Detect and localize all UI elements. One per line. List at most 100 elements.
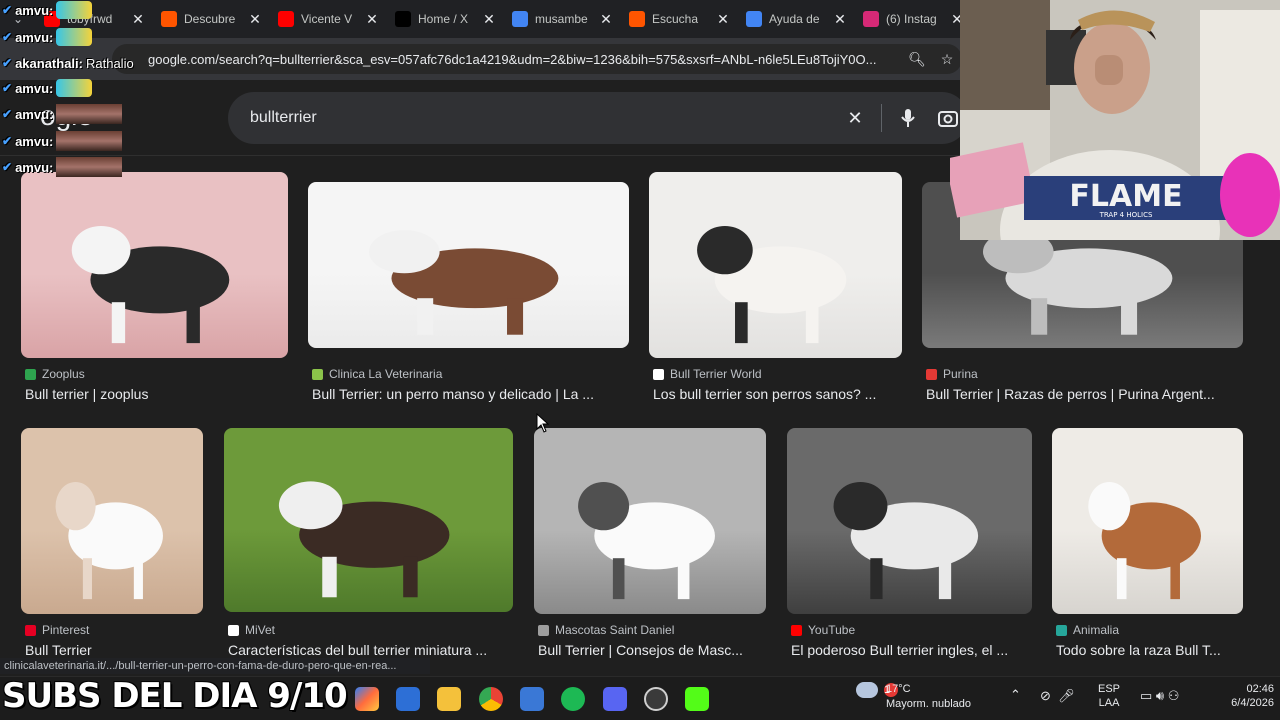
chat-emote	[56, 79, 93, 97]
result-caption[interactable]: Bull Terrier | Razas de perros | Purina …	[926, 386, 1243, 402]
store-icon[interactable]	[520, 687, 544, 711]
clear-search-icon[interactable]: ✕	[835, 98, 875, 138]
language-indicator[interactable]: ESP LAA	[1098, 682, 1120, 710]
result-source[interactable]: YouTube	[791, 623, 855, 637]
tab-close-icon[interactable]: ✕	[714, 11, 732, 28]
result-caption[interactable]: Bull Terrier	[25, 642, 203, 658]
result-image[interactable]	[649, 172, 902, 358]
badge-icon: ✔	[2, 3, 13, 17]
outlook-icon[interactable]	[396, 687, 420, 711]
tab-title: Ayuda de	[769, 12, 820, 26]
address-bar[interactable]: google.com/search?q=bullterrier&sca_esv=…	[112, 44, 962, 74]
chat-emote	[56, 1, 93, 19]
instagram-icon	[863, 11, 879, 27]
tab-close-icon[interactable]: ✕	[831, 11, 849, 28]
result-source[interactable]: Clinica La Veterinaria	[312, 367, 442, 381]
tab-close-icon[interactable]: ✕	[480, 11, 498, 28]
badge-icon: ✔	[2, 81, 13, 95]
chat-text: Rathalio	[85, 55, 134, 71]
result-caption[interactable]: Bull Terrier | Consejos de Masc...	[538, 642, 766, 658]
source-name: Bull Terrier World	[670, 367, 762, 381]
chat-username: akanathali:	[15, 55, 83, 71]
address-url[interactable]: google.com/search?q=bullterrier&sca_esv=…	[148, 52, 902, 67]
chat-message: ✔ akanathali: Rathalio	[2, 53, 134, 73]
result-caption[interactable]: El poderoso Bull terrier ingles, el ...	[791, 642, 1032, 658]
result-image[interactable]	[21, 428, 203, 614]
badge-icon: ✔	[2, 160, 13, 174]
chat-emote	[56, 104, 123, 124]
language-code: ESP	[1098, 683, 1121, 695]
weather-widget[interactable]: 1 17°C Mayorm. nublado	[856, 682, 971, 710]
youtube-icon	[278, 11, 294, 27]
file-explorer-icon[interactable]	[437, 687, 461, 711]
tab-close-icon[interactable]: ✕	[597, 11, 615, 28]
chat-username: amvu:	[15, 133, 54, 149]
result-caption[interactable]: Los bull terrier son perros sanos? ...	[653, 386, 902, 402]
source-name: Zooplus	[42, 367, 85, 381]
chat-emote	[56, 157, 123, 177]
result-caption[interactable]: Bull terrier | zooplus	[25, 386, 288, 402]
browser-tab[interactable]: Home / X ✕	[387, 0, 504, 38]
flame-logo-subtext: TRAP 4 HOLICS	[1099, 211, 1153, 219]
browser-tab[interactable]: Descubre ✕	[153, 0, 270, 38]
tab-title: Vicente V	[301, 12, 353, 26]
browser-tab[interactable]: Escucha ✕	[621, 0, 738, 38]
source-name: Purina	[943, 367, 978, 381]
result-source[interactable]: Bull Terrier World	[653, 367, 762, 381]
result-source[interactable]: Animalia	[1056, 623, 1119, 637]
tray-sysicons[interactable]: ⊘ 🎤︎	[1040, 689, 1075, 703]
zoom-icon[interactable]: 🔍︎	[902, 51, 932, 68]
browser-tab[interactable]: musambe ✕	[504, 0, 621, 38]
source-favicon-icon	[25, 368, 36, 380]
source-favicon-icon	[538, 624, 549, 636]
discord-icon[interactable]	[603, 687, 627, 711]
stream-chat-overlay: ✔ amvu: ✔ amvu: ✔ akanathali: Rathalio ✔ amvu: ✔ a…	[0, 0, 140, 180]
tray-system-icons[interactable]: ▭ 🔊︎ ⚇	[1140, 689, 1179, 703]
kick-icon[interactable]	[685, 687, 709, 711]
result-image[interactable]	[787, 428, 1032, 614]
cloud-icon	[856, 682, 878, 698]
tab-close-icon[interactable]: ✕	[246, 11, 264, 28]
clock-time: 02:46	[1246, 683, 1274, 695]
tab-close-icon[interactable]: ✕	[363, 11, 381, 28]
search-box[interactable]: bullterrier ✕	[228, 92, 968, 144]
result-caption[interactable]: Bull Terrier: un perro manso y delicado …	[312, 386, 629, 402]
chat-message: ✔ amvu:	[2, 0, 93, 20]
chat-username: amvu:	[15, 159, 54, 175]
subs-counter-overlay: SUBS DEL DIA 9/10	[2, 676, 348, 716]
chrome-icon[interactable]	[479, 687, 503, 711]
result-source[interactable]: Purina	[926, 367, 978, 381]
result-image[interactable]	[1052, 428, 1243, 614]
weather-temp: 17°C	[886, 683, 911, 695]
google-icon	[512, 11, 528, 27]
result-source[interactable]: Mascotas Saint Daniel	[538, 623, 674, 637]
result-image[interactable]	[224, 428, 513, 612]
clock[interactable]: 02:46 6/4/2026	[1214, 682, 1274, 710]
keyboard-layout: LAA	[1098, 697, 1120, 709]
chat-username: amvu:	[15, 2, 54, 18]
result-source[interactable]: Pinterest	[25, 623, 89, 637]
soundcloud-icon	[629, 11, 645, 27]
result-caption[interactable]: Características del bull terrier miniatu…	[228, 642, 513, 658]
screen: ⌄ tobyfrwd ✕ Descubre ✕ Vicente V ✕ Home / X ✕ m…	[0, 0, 1280, 720]
browser-tab[interactable]: Ayuda de ✕	[738, 0, 855, 38]
soundcloud-icon	[161, 11, 177, 27]
badge-icon: ✔	[2, 30, 13, 44]
result-caption[interactable]: Todo sobre la raza Bull T...	[1056, 642, 1243, 658]
browser-tab[interactable]: Vicente V ✕	[270, 0, 387, 38]
result-image[interactable]	[534, 428, 766, 614]
result-image[interactable]	[308, 182, 629, 348]
source-favicon-icon	[926, 368, 937, 380]
voice-search-icon[interactable]	[888, 98, 928, 138]
result-source[interactable]: Zooplus	[25, 367, 85, 381]
show-hidden-icons[interactable]: ⌃	[1010, 688, 1021, 702]
result-image[interactable]	[21, 172, 288, 358]
result-source[interactable]: MiVet	[228, 623, 275, 637]
source-favicon-icon	[653, 368, 664, 380]
source-favicon-icon	[25, 624, 36, 636]
spotify-icon[interactable]	[561, 687, 585, 711]
search-input[interactable]: bullterrier	[250, 109, 835, 127]
weather-desc: Mayorm. nublado	[886, 698, 971, 710]
copilot-icon[interactable]	[355, 687, 379, 711]
obs-icon[interactable]	[644, 687, 668, 711]
